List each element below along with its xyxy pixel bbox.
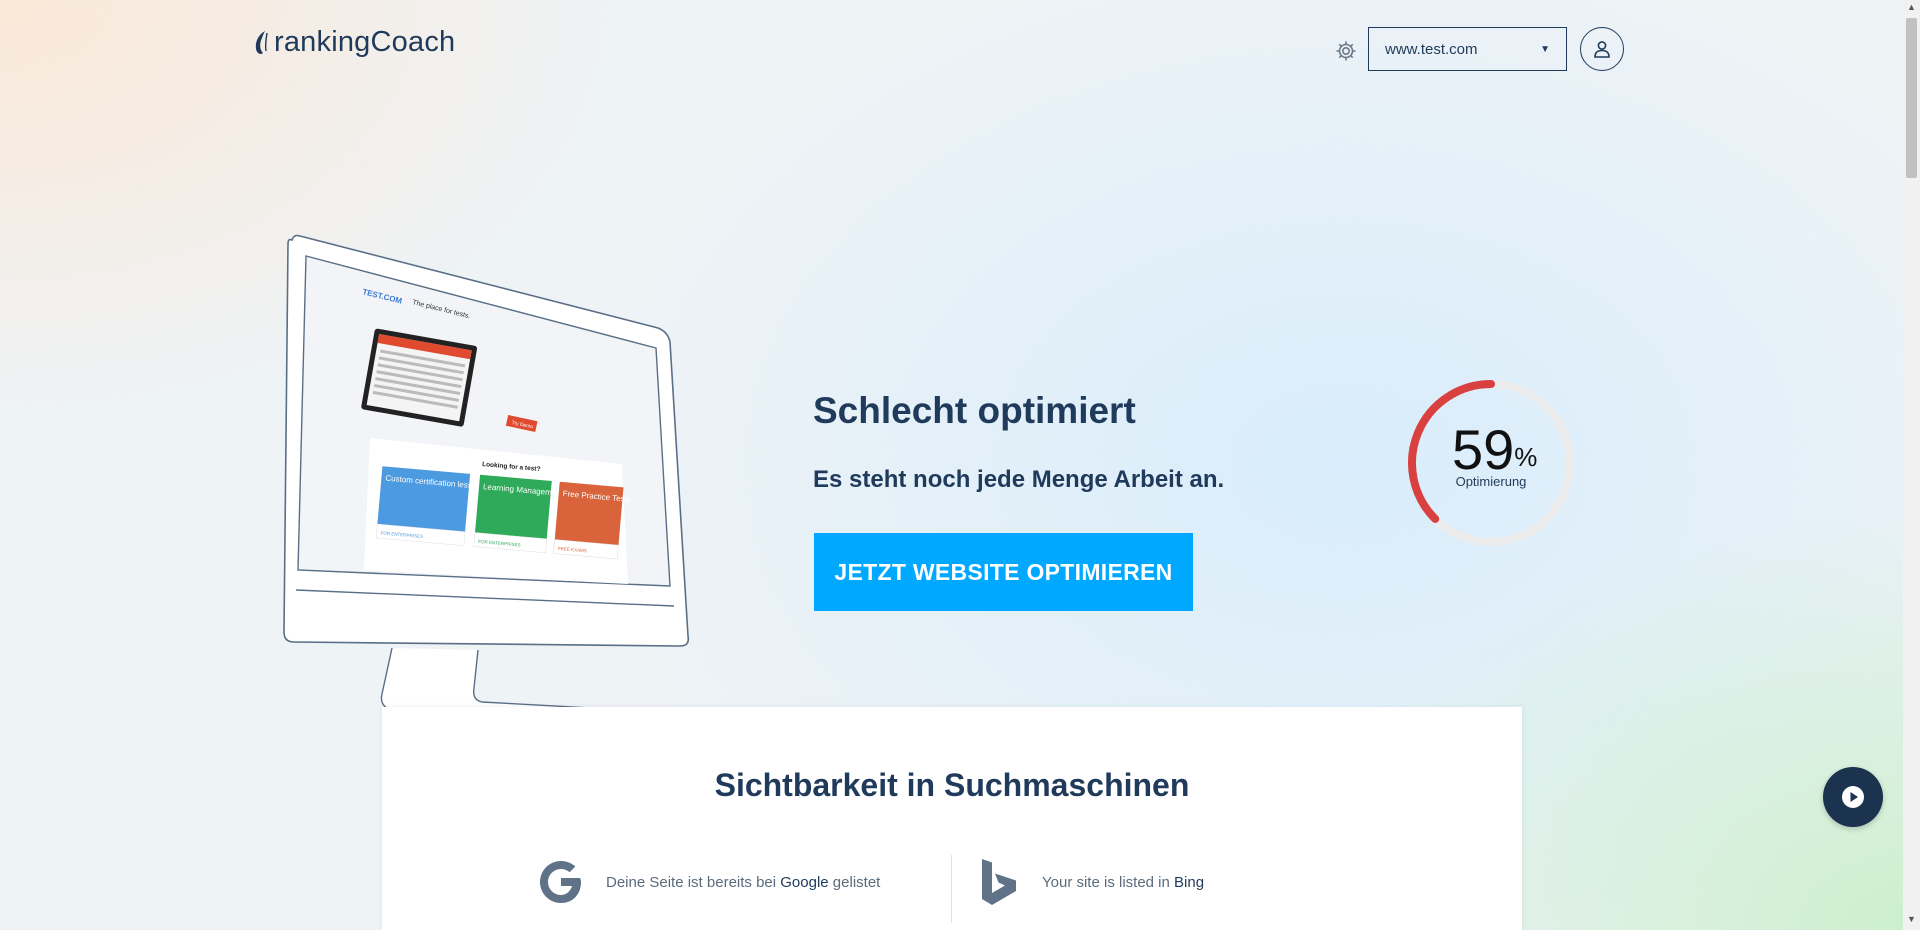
- page-subtitle: Es steht noch jede Menge Arbeit an.: [813, 466, 1225, 493]
- bing-listing: Your site is listed in Bing: [978, 857, 1204, 907]
- scroll-down-arrow-icon[interactable]: ▼: [1903, 914, 1920, 928]
- engine-divider: [951, 855, 952, 923]
- bing-listing-text: Your site is listed in Bing: [1042, 873, 1205, 891]
- gauge-unit: %: [1514, 442, 1538, 472]
- gauge-value: 59 %: [1452, 420, 1537, 480]
- logo[interactable]: rankingCoach: [254, 26, 455, 59]
- optimize-website-button[interactable]: JETZT WEBSITE OPTIMIEREN: [814, 533, 1193, 611]
- search-visibility-card: Sichtbarkeit in Suchmaschinen Deine Seit…: [382, 707, 1522, 930]
- page-scrollbar[interactable]: ▲ ▼: [1903, 0, 1920, 930]
- play-icon: [1842, 786, 1864, 808]
- scroll-up-arrow-icon[interactable]: ▲: [1903, 2, 1920, 16]
- monitor-illustration: TEST.COM The place for tests. Try Demo L…: [283, 234, 690, 715]
- user-icon: [1594, 41, 1610, 58]
- bing-icon: [982, 859, 1016, 905]
- google-listing-text: Deine Seite ist bereits bei Google gelis…: [606, 873, 881, 891]
- video-play-button[interactable]: [1823, 767, 1883, 827]
- site-select[interactable]: www.test.com ▼: [1368, 27, 1567, 71]
- google-listing: Deine Seite ist bereits bei Google gelis…: [536, 857, 880, 907]
- page-title: Schlecht optimiert: [813, 390, 1136, 431]
- gear-icon[interactable]: [1334, 39, 1358, 63]
- user-account-button[interactable]: [1580, 27, 1624, 71]
- gauge-label: Optimierung: [1455, 474, 1527, 489]
- logo-text: rankingCoach: [274, 26, 456, 58]
- scrollbar-thumb[interactable]: [1906, 18, 1917, 178]
- monitor-stand: [380, 647, 603, 715]
- gauge-number: 59: [1452, 418, 1515, 481]
- visibility-title: Sichtbarkeit in Suchmaschinen: [714, 767, 1190, 803]
- caret-down-icon: ▼: [1540, 43, 1550, 55]
- site-select-value: www.test.com: [1385, 40, 1478, 58]
- bing-name: Bing: [1174, 873, 1205, 891]
- google-name: Google: [780, 873, 829, 891]
- logo-mark-icon: [255, 30, 268, 54]
- google-icon: [540, 861, 581, 903]
